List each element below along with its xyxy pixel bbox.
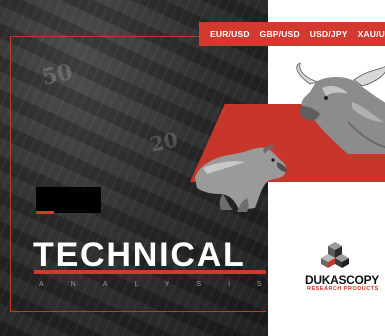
tab-usd-jpy[interactable]: USD/JPY (310, 29, 348, 39)
bear-illustration (195, 145, 287, 212)
dukascopy-logo-icon (321, 242, 349, 268)
currency-tabs-bar: EUR/USD GBP/USD USD/JPY XAU/U (199, 22, 385, 46)
tab-xau[interactable]: XAU/U (358, 29, 385, 39)
logo-name: DUKASCOPY (305, 273, 379, 287)
banner-title: TECHNICAL (33, 236, 246, 274)
banner-subtitle: ANALYSIS (39, 281, 289, 288)
black-block (36, 187, 101, 213)
tab-gbp-usd[interactable]: GBP/USD (260, 29, 300, 39)
title-underline (34, 270, 266, 274)
logo-tagline: RESEARCH PRODUCTS (307, 286, 379, 292)
tab-eur-usd[interactable]: EUR/USD (210, 29, 250, 39)
banner-image: 50 20 EUR/USD GBP/USD USD/JPY XAU/U TECH… (0, 0, 385, 336)
bull-illustration (296, 62, 385, 154)
red-accent-dash (36, 211, 54, 214)
